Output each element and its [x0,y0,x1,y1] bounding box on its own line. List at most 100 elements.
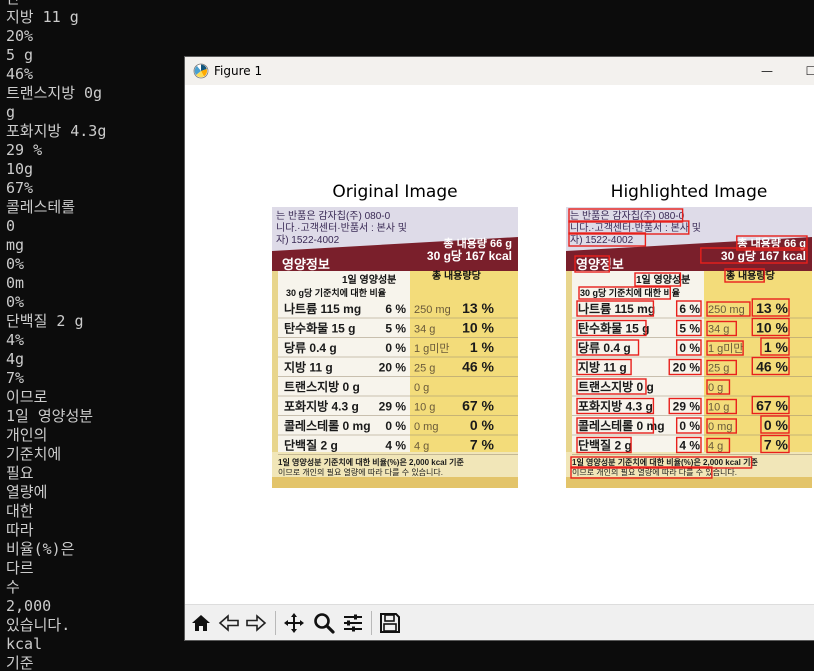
label-text: 1 g미만 [708,342,744,355]
label-text: 0 g [414,382,429,394]
terminal-line: 4% [6,331,25,349]
label-text: 7 % [470,437,495,453]
save-icon[interactable] [377,611,403,635]
minimize-button[interactable]: — [745,57,789,85]
terminal-line: 0% [6,255,25,273]
terminal-line: 대한 [6,502,34,520]
zoom-icon[interactable] [311,611,337,635]
terminal-line: 기준치에 [6,445,62,463]
terminal-line: 0m [6,274,25,292]
label-text: 영양정보 [282,257,330,272]
forward-icon[interactable] [243,611,269,635]
label-text: 총 내용량 66 g [443,236,512,250]
label-text: 0 g [708,382,723,394]
terminal-line: 개인의 [6,426,48,444]
terminal-line: 수 [6,578,20,596]
label-text: 당류 0.4 g [578,340,631,355]
label-text: 니다.·고객센터·반품서 : 본사 및 [570,222,701,234]
terminal-line: 0% [6,293,25,311]
terminal-line: 4g [6,350,25,368]
highlighted-image: 는 반품은 감자칩(주) 080-0 니다.·고객센터·반품서 : 본사 및 자) … [566,207,812,488]
label-text: 7 % [764,437,789,453]
label-text: 이므로 개인의 필요 열량에 따라 다를 수 있습니다. [278,467,443,477]
terminal-line: 비율(%)은 [6,540,75,558]
home-icon[interactable] [188,611,214,635]
label-text: 10 % [462,320,494,336]
terminal-line: 29 % [6,141,43,159]
label-text: 25 g [708,363,729,375]
label-text: 1일 영양성분 [342,273,396,286]
label-text: 4 % [385,439,406,453]
label-text: 총 내용량당 [726,269,776,282]
label-text: 단백질 2 g [284,438,338,453]
label-text: 0 % [385,341,406,355]
label-text: 4 g [708,441,723,453]
label-text: 1일 영양성분 기준치에 대한 비율(%)은 2,000 kcal 기준 [572,457,758,467]
label-text: 1 % [764,339,789,355]
terminal-line: g [6,103,16,121]
title-bar[interactable]: Figure 1 — ☐ [185,57,814,85]
terminal-line: 1일 영양성분 [6,407,94,425]
terminal-line: 2,000 [6,597,52,615]
label-text: 자) 1522-4002 [570,234,634,246]
label-text: 0 % [679,419,700,433]
terminal-line: 20% [6,27,34,45]
label-text: 6 % [679,302,700,316]
label-text: 0 % [679,341,700,355]
configure-subplots-icon[interactable] [340,611,366,635]
label-text: 29 % [379,400,407,414]
terminal-output: 단지방 11 g20%5 g46%트랜스지방 0gg포화지방 4.3g29 %1… [0,0,184,671]
back-icon[interactable] [216,611,242,635]
maximize-button[interactable]: ☐ [789,57,814,85]
terminal-line: 지방 11 g [6,8,79,26]
label-text: 0 % [764,417,789,433]
terminal-line: 67% [6,179,34,197]
label-text: 5 % [679,322,700,336]
terminal-line: 포화지방 4.3g [6,122,107,140]
terminal-line: 필요 [6,464,34,482]
label-text: 탄수화물 15 g [578,321,650,336]
terminal-line: 7% [6,369,25,387]
label-text: 250 mg [414,304,451,316]
label-text: 1일 영양성분 [636,273,690,286]
pan-icon[interactable] [281,611,307,635]
label-text: 자) 1522-4002 [276,234,340,246]
label-text: 46 % [756,359,788,375]
original-image: 는 반품은 감자칩(주) 080-0 니다.·고객센터·반품서 : 본사 및 자) … [272,207,518,488]
label-text: 1일 영양성분 기준치에 대한 비율(%)은 2,000 kcal 기준 [278,457,464,467]
label-text: 1 g미만 [414,342,450,355]
terminal-line: 트랜스지방 0g [6,84,103,102]
label-text: 지방 11 g [578,360,627,375]
label-text: 콜레스테롤 0 mg [578,418,665,433]
terminal-line: mg [6,236,25,254]
label-text: 30 g당 기준치에 대한 비율 [286,287,386,298]
terminal-line: 0 [6,217,16,235]
label-text: 0 mg [708,421,732,433]
matplotlib-icon [193,63,209,79]
label-text: 단백질 2 g [578,438,632,453]
toolbar-separator [275,611,276,635]
label-text: 4 g [414,441,429,453]
terminal-line: 다르 [6,559,34,577]
left-axes-title: Original Image [332,182,458,202]
figure-canvas: Original Image Highlighted Image 는 반품은 감… [185,86,814,604]
label-text: 영양정보 [576,257,624,272]
label-text: 5 % [385,322,406,336]
terminal-line: 46% [6,65,34,83]
terminal-line: 있습니다. [6,616,71,634]
label-text: 29 % [673,400,701,414]
label-text: 10 g [708,402,729,414]
label-text: 트랜스지방 0 g [578,379,654,394]
label-bottom-strip [272,477,518,488]
label-text: 총 내용량당 [432,269,482,282]
label-text: 6 % [385,302,406,316]
terminal-line: 5 g [6,46,34,64]
right-axes-title: Highlighted Image [610,182,768,202]
label-text: 10 g [414,402,435,414]
terminal-line: 기준 [6,654,34,671]
label-text: 는 반품은 감자칩(주) 080-0 [276,210,391,222]
terminal-line: 따라 [6,521,34,539]
toolbar-separator [371,611,372,635]
label-text: 20 % [673,361,701,375]
label-text: 트랜스지방 0 g [284,379,360,394]
